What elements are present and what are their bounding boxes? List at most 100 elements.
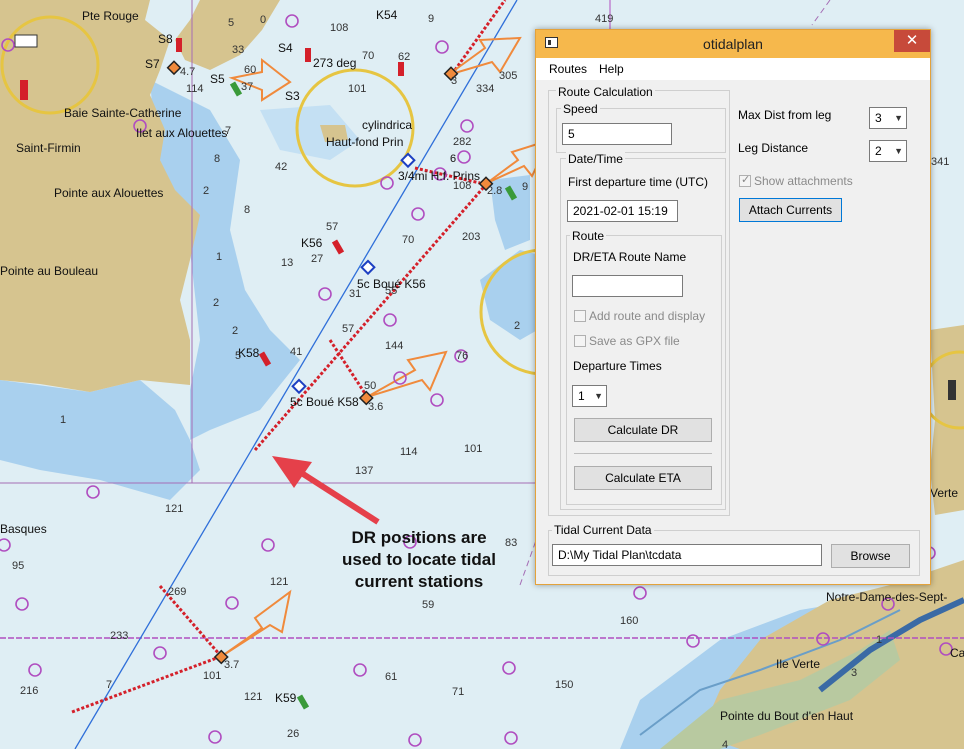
max-dist-select[interactable]: 3 ▼ [869, 107, 907, 129]
menu-help[interactable]: Help [599, 62, 624, 76]
annotation-text: DR positions are used to locate tidal cu… [300, 527, 538, 593]
chevron-down-icon: ▼ [894, 113, 903, 123]
max-dist-value: 3 [875, 111, 882, 125]
depth-sounding: 9 [522, 181, 528, 193]
place-pointe-du-bout: Pointe du Bout d'en Haut [720, 709, 854, 723]
chevron-down-icon: ▼ [894, 146, 903, 156]
marker-s4: S4 [278, 41, 293, 55]
departure-time-input[interactable]: 2021-02-01 15:19 [567, 200, 678, 222]
browse-button[interactable]: Browse [831, 544, 910, 568]
add-route-checkbox[interactable] [574, 310, 586, 322]
depth-sounding: 42 [275, 161, 287, 173]
save-gpx-label: Save as GPX file [589, 334, 680, 348]
depth-sounding: 61 [385, 671, 397, 683]
depth-sounding: 57 [326, 221, 338, 233]
tidal-data-path-input[interactable]: D:\My Tidal Plan\tcdata [552, 544, 822, 566]
depth-sounding: 101 [348, 83, 366, 95]
depth-sounding: 70 [402, 234, 414, 246]
depth-sounding: 108 [453, 180, 471, 192]
depth-sounding: 1 [876, 634, 882, 646]
route-name-input[interactable] [572, 275, 683, 297]
depth-sounding: 121 [270, 576, 288, 588]
depth-sounding: 71 [452, 686, 464, 698]
place-verte: Verte [930, 486, 958, 500]
route-name-label: DR/ETA Route Name [573, 250, 687, 264]
dr-value: 3.6 [368, 401, 383, 413]
marker-haut-fond: Haut-fond Prin [326, 135, 403, 149]
close-button[interactable]: ✕ [894, 30, 930, 52]
marker-cylindrica: cylindrica [362, 118, 412, 132]
marker-k58: K58 [238, 346, 260, 360]
place-notre-dame: Notre-Dame-des-Sept- [826, 590, 947, 604]
attach-currents-button[interactable]: Attach Currents [739, 198, 842, 222]
add-route-label: Add route and display [589, 309, 706, 323]
marker-boue-k58: 5c Boué K58 [290, 395, 359, 409]
depth-sounding: 108 [330, 22, 348, 34]
place-baie-sainte-catherine: Baie Sainte-Catherine [64, 106, 182, 120]
depth-sounding: 160 [620, 615, 638, 627]
show-attachments-label: Show attachments [754, 174, 853, 188]
place-ile-verte: Ile Verte [776, 657, 820, 671]
save-gpx-checkbox[interactable] [574, 335, 586, 347]
show-attachments-checkbox[interactable] [739, 173, 751, 187]
depth-sounding: 70 [362, 50, 374, 62]
depth-sounding: 41 [290, 346, 302, 358]
place-saint-firmin: Saint-Firmin [16, 141, 81, 155]
datetime-label: Date/Time [566, 152, 625, 166]
depth-sounding: 2 [232, 325, 238, 337]
depth-sounding: 55 [385, 285, 397, 297]
calculate-eta-button[interactable]: Calculate ETA [574, 466, 712, 490]
depth-sounding: 5 [228, 17, 234, 29]
depth-sounding: 7 [106, 679, 112, 691]
depth-sounding: 269 [168, 586, 186, 598]
depth-sounding: 4 [722, 739, 728, 749]
depth-sounding: 6 [450, 153, 456, 165]
dialog-title: otidalplan [703, 36, 763, 52]
depth-sounding: 26 [287, 728, 299, 740]
depth-sounding: 121 [244, 691, 262, 703]
marker-273-deg: 273 deg [313, 56, 356, 70]
menu-routes[interactable]: Routes [549, 62, 587, 76]
depth-sounding: 8 [214, 153, 220, 165]
depth-sounding: 60 [244, 64, 256, 76]
close-icon: ✕ [905, 32, 919, 49]
depth-sounding: 76 [456, 350, 468, 362]
depth-sounding: 9 [428, 13, 434, 25]
marker-s3: S3 [285, 89, 300, 103]
departure-times-select[interactable]: 1 ▼ [572, 385, 607, 407]
depth-sounding: 3 [851, 667, 857, 679]
place-ca: Ca [950, 646, 964, 660]
depth-sounding: 31 [349, 288, 361, 300]
route-calculation-label: Route Calculation [556, 85, 655, 99]
depth-sounding: 121 [165, 503, 183, 515]
depth-sounding: 305 [499, 70, 517, 82]
depth-sounding: 216 [20, 685, 38, 697]
depth-sounding: 1 [60, 414, 66, 426]
speed-label: Speed [561, 102, 600, 116]
depth-sounding: 114 [186, 83, 204, 95]
leg-distance-value: 2 [875, 144, 882, 158]
depth-sounding: 137 [355, 465, 373, 477]
leg-distance-select[interactable]: 2 ▼ [869, 140, 907, 162]
annotation-line: used to locate tidal [342, 550, 496, 569]
dr-value: 2.8 [487, 185, 502, 197]
leg-distance-label: Leg Distance [738, 141, 809, 155]
menu-bar: Routes Help [536, 58, 930, 80]
speed-input[interactable]: 5 [562, 123, 672, 145]
depth-sounding: 114 [400, 446, 418, 458]
depth-sounding: 282 [453, 136, 471, 148]
depth-sounding: 150 [555, 679, 573, 691]
calculate-dr-button[interactable]: Calculate DR [574, 418, 712, 442]
depth-sounding: 8 [244, 204, 250, 216]
title-bar[interactable]: otidalplan ✕ [536, 30, 930, 58]
depth-sounding: 0 [260, 14, 266, 26]
place-pte-rouge: Pte Rouge [82, 9, 139, 23]
marker-k59: K59 [275, 691, 297, 705]
depth-sounding: 203 [462, 231, 480, 243]
depth-sounding: 233 [110, 630, 128, 642]
depth-sounding: 101 [464, 443, 482, 455]
depth-sounding: 37 [241, 81, 253, 93]
annotation-line: DR positions are [351, 528, 487, 547]
depth-sounding: 57 [342, 323, 354, 335]
marker-k56: K56 [301, 236, 323, 250]
